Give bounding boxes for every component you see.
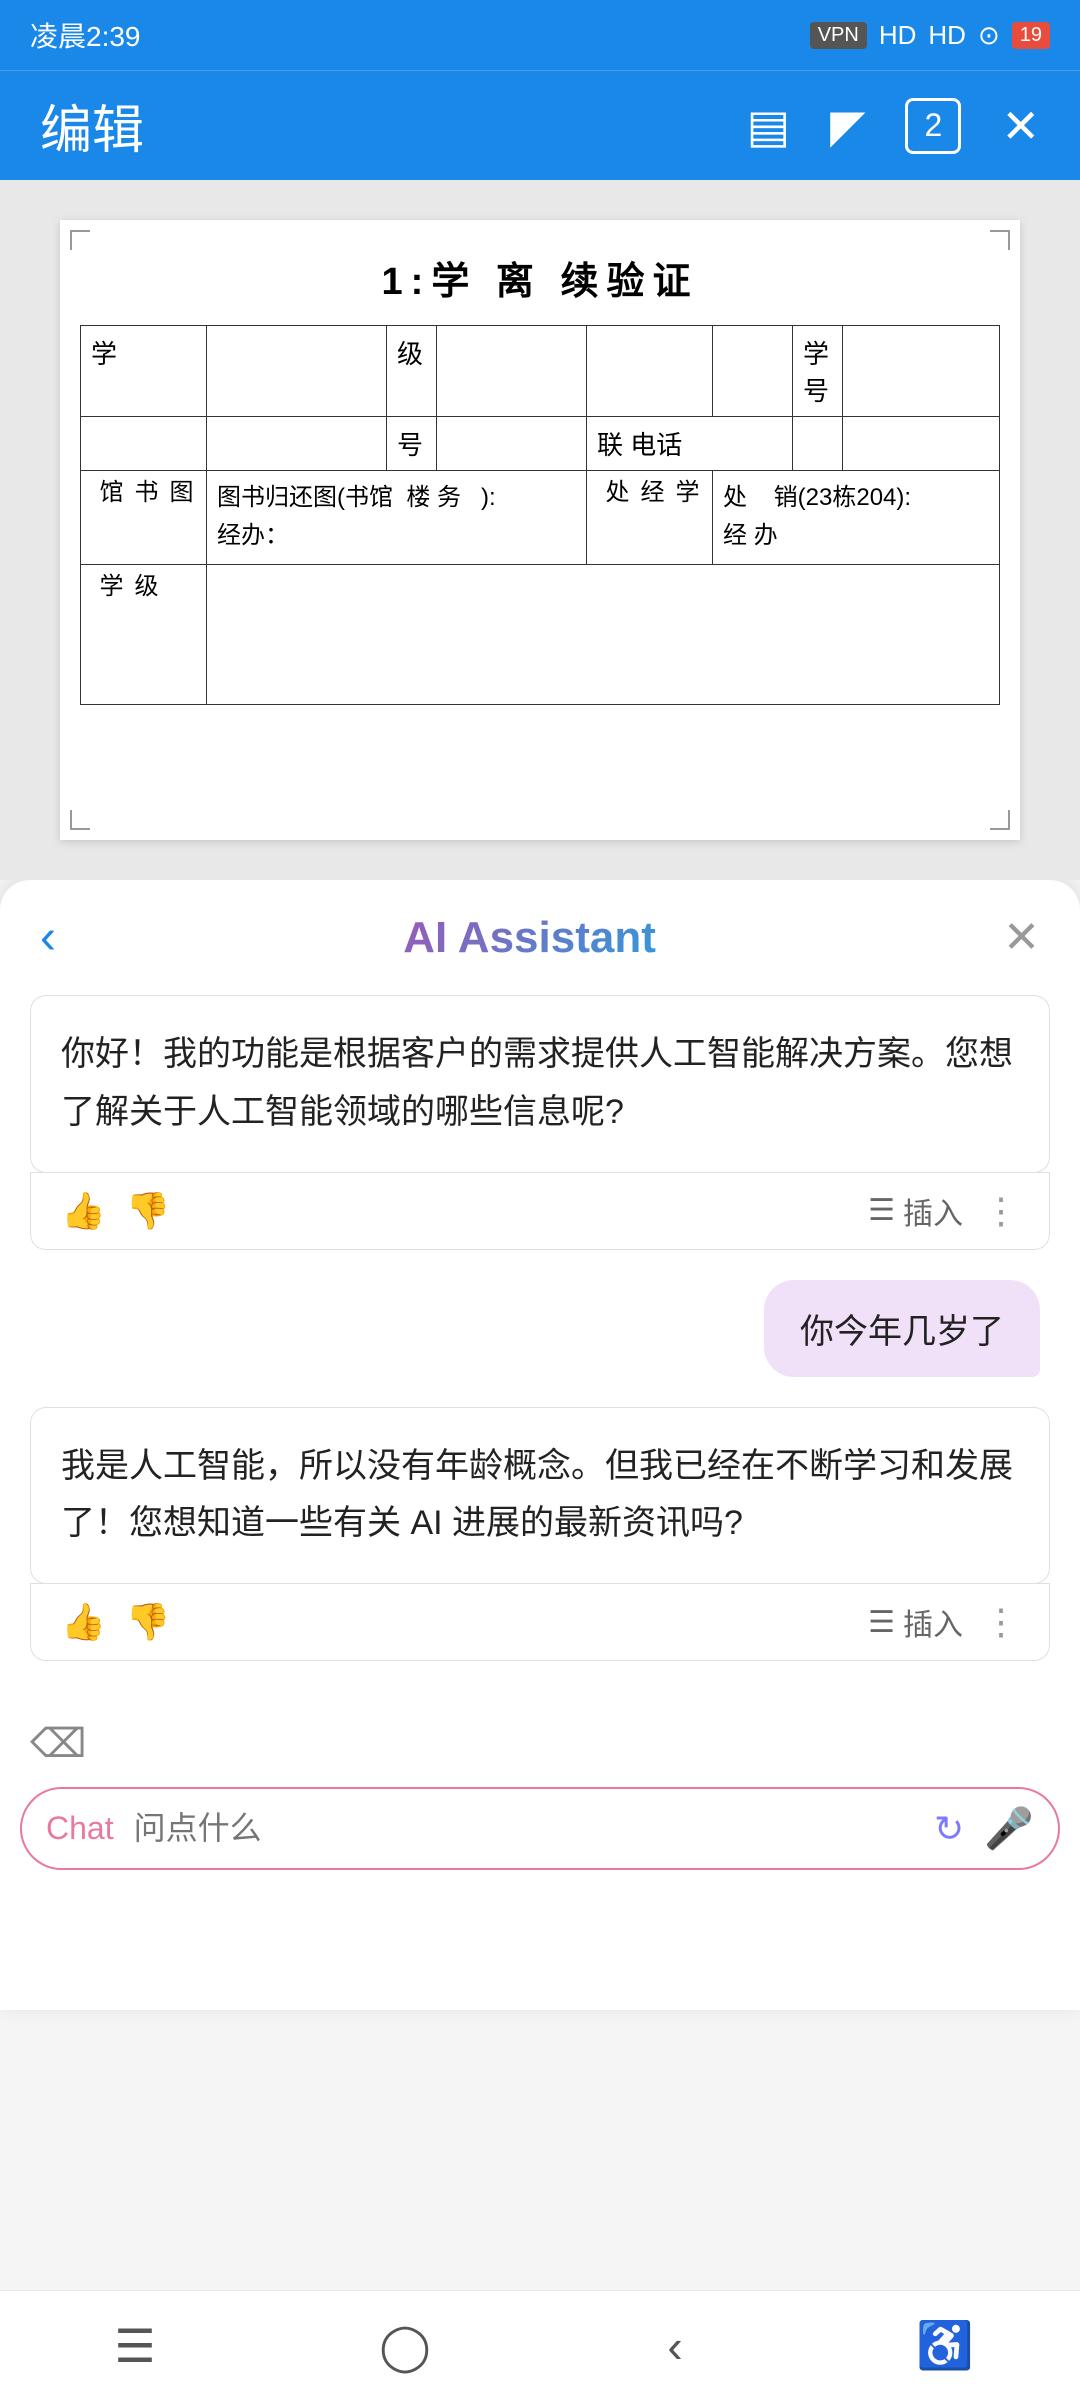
toolbar: 编辑 ▤ ◤ 2 ✕ xyxy=(0,70,1080,180)
battery-indicator: 19 xyxy=(1012,22,1050,49)
insert-button-2[interactable]: ☰ 插入 xyxy=(868,1600,963,1644)
cell-ji: 级 xyxy=(387,326,437,417)
cell-r2-7 xyxy=(793,417,843,471)
grid-icon[interactable]: ◤ xyxy=(830,99,865,153)
corner-tr xyxy=(990,230,1010,250)
signal-hd2: HD xyxy=(928,20,966,51)
insert-icon-1: ☰ xyxy=(868,1193,895,1228)
insert-button-1[interactable]: ☰ 插入 xyxy=(868,1189,963,1233)
ai-close-button[interactable]: ✕ xyxy=(1003,912,1040,963)
insert-icon-2: ☰ xyxy=(868,1605,895,1640)
toolbar-icons: ▤ ◤ 2 ✕ xyxy=(747,98,1040,154)
cell-xue: 学 xyxy=(81,326,207,417)
toolbar-title: 编辑 xyxy=(40,88,144,163)
thumbs-down-icon-1[interactable]: 👎 xyxy=(126,1190,171,1232)
user-message-wrap: 你今年几岁了 xyxy=(30,1280,1050,1377)
thumbs-down-icon-2[interactable]: 👎 xyxy=(126,1601,171,1643)
nav-back-button[interactable]: ‹ xyxy=(635,2306,715,2386)
cell-xuehao-label: 学号 xyxy=(793,326,843,417)
library-content: 图书归还图(书馆 楼 务 ):经办： xyxy=(217,479,576,556)
close-icon[interactable]: ✕ xyxy=(1001,99,1040,153)
cell-library-content: 图书归还图(书馆 楼 务 ):经办： xyxy=(207,471,587,565)
user-message-1: 你今年几岁了 xyxy=(764,1280,1040,1377)
nav-accessibility-button[interactable]: ♿ xyxy=(905,2306,985,2386)
bot-message-2: 我是人工智能，所以没有年龄概念。但我已经在不断学习和发展了！您想知道一些有关 A… xyxy=(30,1407,1050,1585)
status-right: VPN HD HD ⊙ 19 xyxy=(810,20,1050,51)
thumbs-up-icon-1[interactable]: 👍 xyxy=(61,1190,106,1232)
ai-panel: ‹ AI Assistant ✕ 你好！我的功能是根据客户的需求提供人工智能解决… xyxy=(0,880,1080,2010)
xuehao-label: 学号 xyxy=(803,339,829,406)
cell-empty2 xyxy=(437,326,587,417)
nav-home-button[interactable]: ◯ xyxy=(365,2306,445,2386)
eraser-button[interactable]: ⌫ xyxy=(0,1711,1080,1777)
cell-jixue-label: 级学 xyxy=(81,564,207,704)
cell-r2-2 xyxy=(207,417,387,471)
chat-area: 你好！我的功能是根据客户的需求提供人工智能解决方案。您想了解关于人工智能领域的哪… xyxy=(0,975,1080,1711)
cell-r2-8 xyxy=(843,417,1000,471)
document-area: 1:学 离 续验证 学 级 学号 号 xyxy=(0,180,1080,880)
wifi-icon: ⊙ xyxy=(978,20,1000,51)
cell-empty3 xyxy=(587,326,713,417)
chat-input-area: Chat ↻ 🎤 xyxy=(20,1787,1060,1870)
chat-input[interactable] xyxy=(134,1810,914,1847)
cell-lianxidianhua: 联 电话 xyxy=(587,417,793,471)
xueji-rotate: 学经处 xyxy=(597,479,702,507)
vpn-indicator: VPN xyxy=(810,22,867,49)
cell-hao: 号 xyxy=(387,417,437,471)
history-icon[interactable]: ↻ xyxy=(934,1808,964,1850)
cell-library-label: 图书馆 xyxy=(81,471,207,565)
bot-msg2-actions: 👍 👎 ☰ 插入 ⋮ xyxy=(30,1583,1050,1661)
ai-back-button[interactable]: ‹ xyxy=(40,910,56,965)
microphone-icon[interactable]: 🎤 xyxy=(984,1805,1034,1852)
cell-r2-4 xyxy=(437,417,587,471)
insert-label-1: 插入 xyxy=(903,1189,963,1233)
cell-jixue-content xyxy=(207,564,1000,704)
tab-count-badge[interactable]: 2 xyxy=(905,98,961,154)
ai-panel-title: AI Assistant xyxy=(403,913,656,963)
chat-label: Chat xyxy=(46,1810,114,1847)
layout-icon[interactable]: ▤ xyxy=(747,99,790,153)
more-button-1[interactable]: ⋮ xyxy=(983,1190,1019,1232)
cell-xuehao-val xyxy=(843,326,1000,417)
nav-menu-button[interactable]: ☰ xyxy=(95,2306,175,2386)
document-title: 1:学 离 续验证 xyxy=(80,250,1000,305)
status-bar: 凌晨2:39 VPN HD HD ⊙ 19 xyxy=(0,0,1080,70)
signal-hd1: HD xyxy=(879,20,917,51)
xueji-content: 处 销(23栋204):经 办 xyxy=(723,479,989,556)
insert-label-2: 插入 xyxy=(903,1600,963,1644)
eraser-icon: ⌫ xyxy=(30,1722,87,1766)
ji-label: 级 xyxy=(397,339,423,369)
bot-message-1: 你好！我的功能是根据客户的需求提供人工智能解决方案。您想了解关于人工智能领域的哪… xyxy=(30,995,1050,1173)
jixue-rotate: 级学 xyxy=(91,573,161,601)
bottom-nav: ☰ ◯ ‹ ♿ xyxy=(0,2290,1080,2400)
hao-label: 号 xyxy=(397,430,423,460)
library-rotate-text: 图书馆 xyxy=(91,479,196,507)
ai-panel-header: ‹ AI Assistant ✕ xyxy=(0,880,1080,975)
contact-label: 联 电话 xyxy=(597,430,682,460)
corner-br xyxy=(990,810,1010,830)
cell-r2-1 xyxy=(81,417,207,471)
cell-xueji-content: 处 销(23栋204):经 办 xyxy=(713,471,1000,565)
xue-label: 学 xyxy=(91,339,117,369)
form-table: 学 级 学号 号 联 电话 xyxy=(80,325,1000,705)
cell-xueji-label: 学经处 xyxy=(587,471,713,565)
corner-tl xyxy=(70,230,90,250)
more-button-2[interactable]: ⋮ xyxy=(983,1601,1019,1643)
cell-empty1 xyxy=(207,326,387,417)
corner-bl xyxy=(70,810,90,830)
thumbs-up-icon-2[interactable]: 👍 xyxy=(61,1601,106,1643)
bot-msg1-actions: 👍 👎 ☰ 插入 ⋮ xyxy=(30,1172,1050,1250)
cell-empty4 xyxy=(713,326,793,417)
status-time: 凌晨2:39 xyxy=(30,15,141,55)
document-page: 1:学 离 续验证 学 级 学号 号 xyxy=(60,220,1020,840)
